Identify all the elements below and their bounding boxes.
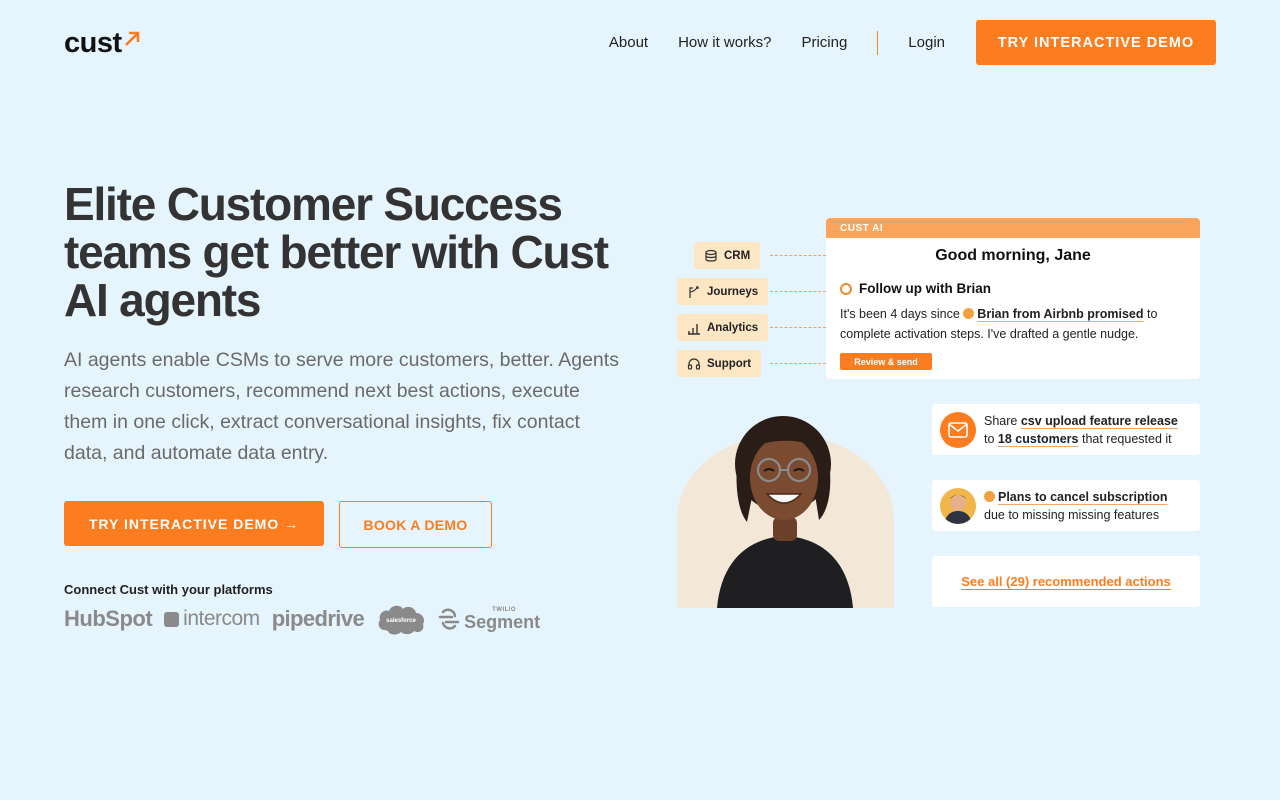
card-body: It's been 4 days since Brian from Airbnb… bbox=[840, 304, 1186, 344]
database-icon bbox=[705, 249, 717, 262]
salesforce-wordmark: salesforce bbox=[386, 618, 416, 624]
emoji-icon bbox=[963, 308, 975, 319]
card-task: Follow up with Brian bbox=[840, 281, 1200, 296]
try-demo-button[interactable]: TRY INTERACTIVE DEMO → bbox=[64, 501, 324, 546]
book-demo-button[interactable]: BOOK A DEMO bbox=[339, 501, 492, 548]
tag-support-label: Support bbox=[707, 357, 752, 370]
nav-login[interactable]: Login bbox=[908, 34, 945, 51]
ai-suggestion-card: CUST AI Good morning, Jane Follow up wit… bbox=[826, 218, 1200, 379]
action-text: Share bbox=[984, 413, 1021, 428]
card-header: CUST AI bbox=[826, 218, 1200, 238]
tag-crm: CRM bbox=[694, 242, 761, 269]
connector-line bbox=[770, 327, 826, 328]
action-highlight: 18 customers bbox=[997, 431, 1079, 446]
tag-support: Support bbox=[677, 350, 762, 377]
customer-success-photo bbox=[677, 412, 894, 608]
review-send-button[interactable]: Review & send bbox=[840, 353, 932, 370]
card-task-label: Follow up with Brian bbox=[859, 281, 991, 296]
nav-pricing[interactable]: Pricing bbox=[801, 34, 847, 51]
action-highlight: Plans to cancel subscription bbox=[998, 489, 1168, 504]
top-nav: About How it works? Pricing Login TRY IN… bbox=[609, 20, 1216, 65]
pipedrive-logo: pipedrive bbox=[271, 606, 365, 631]
action-text: to bbox=[984, 431, 998, 446]
card-text-prefix: It's been 4 days since bbox=[840, 307, 964, 321]
arrow-up-right-icon bbox=[124, 31, 139, 46]
try-demo-nav-button[interactable]: TRY INTERACTIVE DEMO bbox=[976, 20, 1216, 65]
logo-text: cust bbox=[64, 27, 122, 59]
segment-logo: TWILIO Segment bbox=[438, 607, 540, 631]
action-text: due to missing missing features bbox=[984, 507, 1160, 522]
emoji-icon bbox=[984, 490, 995, 502]
salesforce-logo: salesforce bbox=[376, 602, 426, 636]
nav-how-it-works[interactable]: How it works? bbox=[678, 34, 771, 51]
action-highlight: csv upload feature release bbox=[1020, 413, 1178, 428]
tag-crm-label: CRM bbox=[724, 249, 751, 262]
tag-journeys: Journeys bbox=[677, 278, 769, 305]
tag-analytics-label: Analytics bbox=[707, 321, 759, 334]
intercom-wordmark: intercom bbox=[183, 607, 260, 630]
hero-subtitle: AI agents enable CSMs to serve more cust… bbox=[64, 349, 619, 464]
partner-logos: HubSpot intercom pipedrive salesforce TW… bbox=[64, 600, 552, 638]
branch-icon bbox=[689, 285, 699, 298]
intercom-icon bbox=[164, 611, 180, 627]
action-card-cancel[interactable]: Plans to cancel subscription due to missi… bbox=[932, 480, 1200, 531]
bar-chart-icon bbox=[688, 323, 700, 335]
connect-label: Connect Cust with your platforms bbox=[64, 582, 273, 597]
segment-wordmark: Segment bbox=[464, 612, 541, 632]
action-share-text: Share csv upload feature release to 18 c… bbox=[984, 412, 1178, 448]
action-cancel-text: Plans to cancel subscription due to missi… bbox=[984, 488, 1168, 524]
segment-icon bbox=[438, 608, 460, 630]
tag-analytics: Analytics bbox=[677, 314, 769, 341]
intercom-logo: intercom bbox=[164, 607, 260, 631]
see-all-actions-link[interactable]: See all (29) recommended actions bbox=[932, 556, 1200, 607]
hero-title: Elite Customer Success teams get better … bbox=[64, 178, 609, 326]
action-text: that requested it bbox=[1078, 431, 1172, 446]
card-text-highlight: Brian from Airbnb promised bbox=[977, 307, 1144, 321]
nav-about[interactable]: About bbox=[609, 34, 648, 51]
nav-divider bbox=[877, 30, 879, 55]
status-ring-icon bbox=[840, 282, 852, 295]
mail-icon bbox=[940, 411, 976, 448]
connector-line bbox=[770, 291, 826, 292]
card-greeting: Good morning, Jane bbox=[935, 247, 1091, 264]
avatar bbox=[940, 487, 976, 524]
logo[interactable]: cust bbox=[64, 28, 141, 58]
connector-line bbox=[770, 255, 826, 256]
connector-line bbox=[770, 363, 826, 364]
tag-journeys-label: Journeys bbox=[707, 285, 759, 298]
salesforce-cloud-icon: salesforce bbox=[378, 605, 425, 635]
action-card-share[interactable]: Share csv upload feature release to 18 c… bbox=[932, 404, 1200, 455]
headset-icon bbox=[687, 357, 701, 370]
hubspot-logo: HubSpot bbox=[64, 606, 153, 631]
